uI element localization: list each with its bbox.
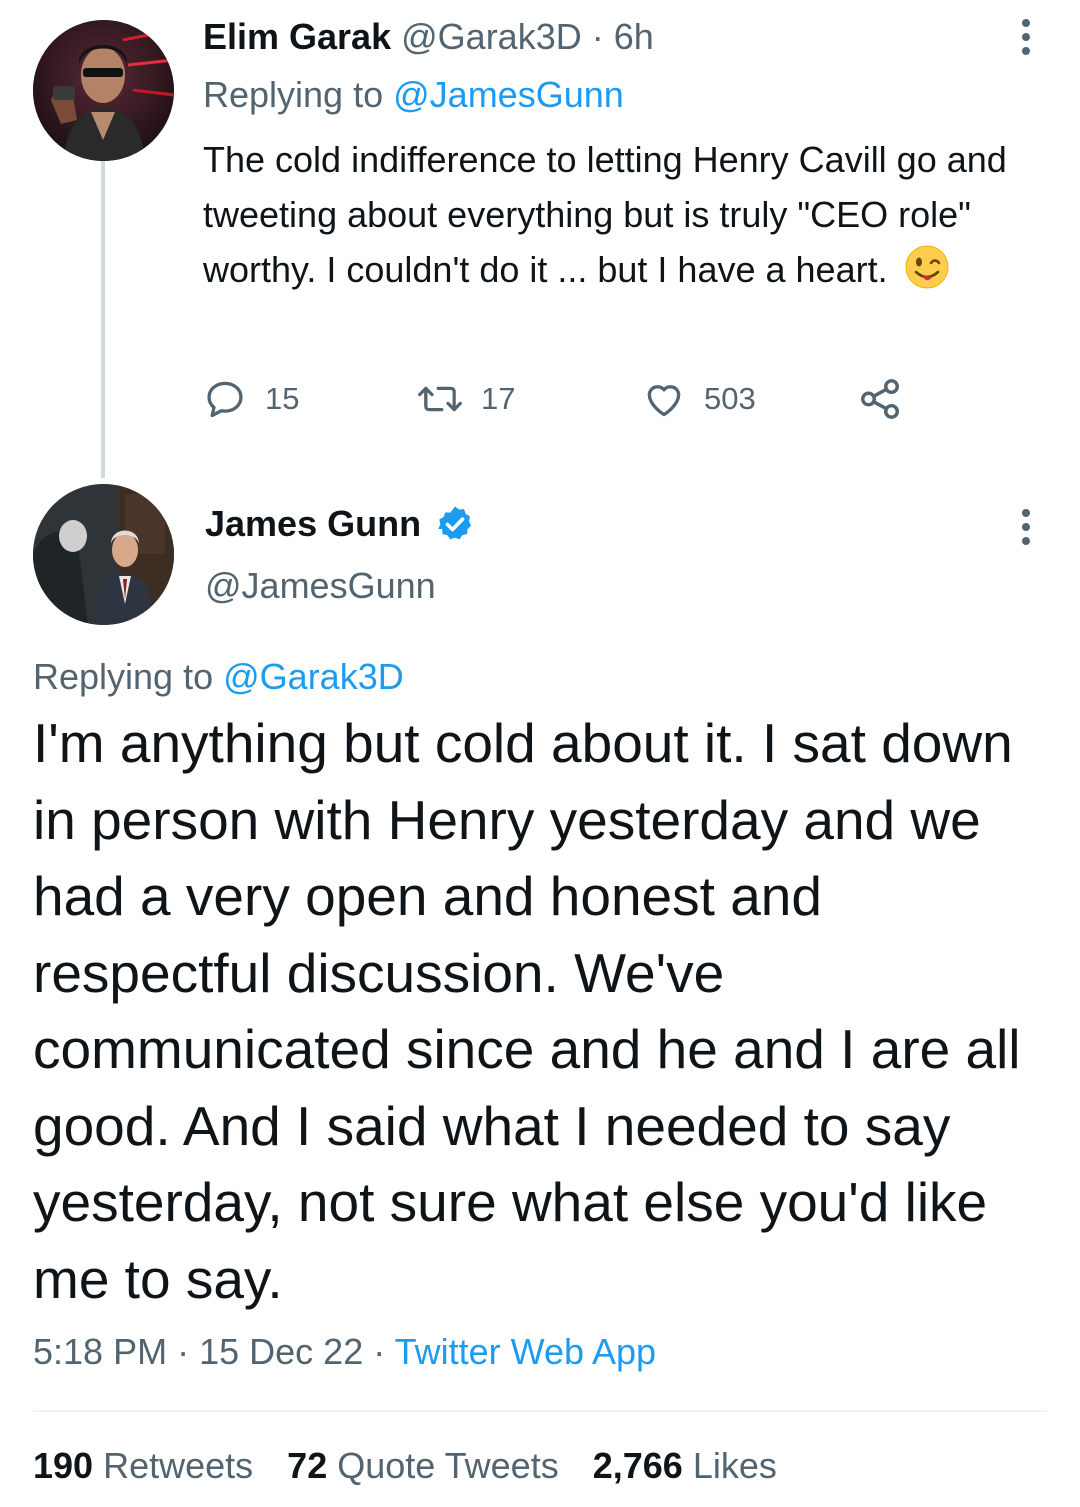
tweet-thread: Elim Garak @Garak3D · 6h Replying to @Ja… [0, 0, 1080, 1507]
reply-action-bar: 15 17 503 [203, 374, 923, 424]
tweet-author-name[interactable]: James Gunn [205, 500, 421, 548]
retweet-button[interactable]: 17 [417, 374, 515, 424]
more-options-icon[interactable] [1019, 507, 1033, 547]
timestamp-separator: · [373, 1331, 386, 1372]
tweet-time[interactable]: 5:18 PM [33, 1331, 167, 1372]
likes-label: Likes [692, 1445, 777, 1486]
retweets-label: Retweets [103, 1445, 254, 1486]
tweet-replying-to: Replying to @Garak3D [33, 653, 404, 701]
tweet-author-row: James Gunn [205, 500, 475, 548]
replying-to-label: Replying to [33, 656, 214, 697]
tweet-author-handle[interactable]: @JamesGunn [205, 562, 436, 610]
reply-author-name[interactable]: Elim Garak [203, 16, 391, 57]
reply-count: 15 [265, 381, 300, 416]
likes-count: 2,766 [592, 1445, 683, 1486]
reply-body: The cold indifference to letting Henry C… [203, 132, 1053, 297]
tweet-source-link[interactable]: Twitter Web App [395, 1331, 656, 1372]
likes-stat[interactable]: 2,766 Likes [593, 1440, 777, 1492]
avatar-garak[interactable] [33, 20, 174, 161]
timestamp-separator: · [177, 1331, 190, 1372]
heart-icon [647, 385, 681, 417]
reply-time-ago[interactable]: 6h [614, 16, 654, 57]
reply-body-text: The cold indifference to letting Henry C… [203, 139, 1007, 290]
winking-face-icon [905, 245, 949, 289]
tweet-timestamp: 5:18 PM · 15 Dec 22 · Twitter Web App [33, 1326, 656, 1378]
stats-divider [33, 1410, 1047, 1412]
reply-button[interactable]: 15 [203, 374, 299, 424]
retweet-icon [418, 386, 462, 412]
reply-header-separator: · [591, 16, 604, 57]
share-icon [861, 379, 899, 419]
tweet-stats: 190 Retweets 72 Quote Tweets 2,766 Likes [33, 1440, 811, 1492]
reply-icon [207, 381, 243, 418]
reply-replying-to: Replying to @JamesGunn [203, 72, 624, 118]
more-options-icon[interactable] [1019, 17, 1033, 57]
replying-to-mention[interactable]: @JamesGunn [393, 74, 624, 115]
like-count: 503 [704, 381, 756, 416]
quote-tweets-count: 72 [287, 1445, 328, 1486]
quote-tweets-label: Quote Tweets [337, 1445, 559, 1486]
retweets-stat[interactable]: 190 Retweets [33, 1440, 253, 1492]
quote-tweets-stat[interactable]: 72 Quote Tweets [287, 1440, 559, 1492]
retweets-count: 190 [33, 1445, 94, 1486]
tweet-date[interactable]: 15 Dec 22 [199, 1331, 363, 1372]
replying-to-mention[interactable]: @Garak3D [223, 656, 404, 697]
like-button[interactable]: 503 [642, 374, 756, 424]
replying-to-label: Replying to [203, 74, 384, 115]
verified-badge-icon [438, 506, 472, 540]
share-button[interactable] [857, 374, 903, 424]
thread-connector-line [101, 160, 105, 478]
retweet-count: 17 [481, 381, 516, 416]
avatar-james-gunn[interactable] [33, 484, 174, 625]
tweet-body-text: I'm anything but cold about it. I sat do… [33, 712, 1021, 1310]
reply-header: Elim Garak @Garak3D · 6h [203, 14, 654, 60]
reply-author-handle[interactable]: @Garak3D [401, 16, 582, 57]
